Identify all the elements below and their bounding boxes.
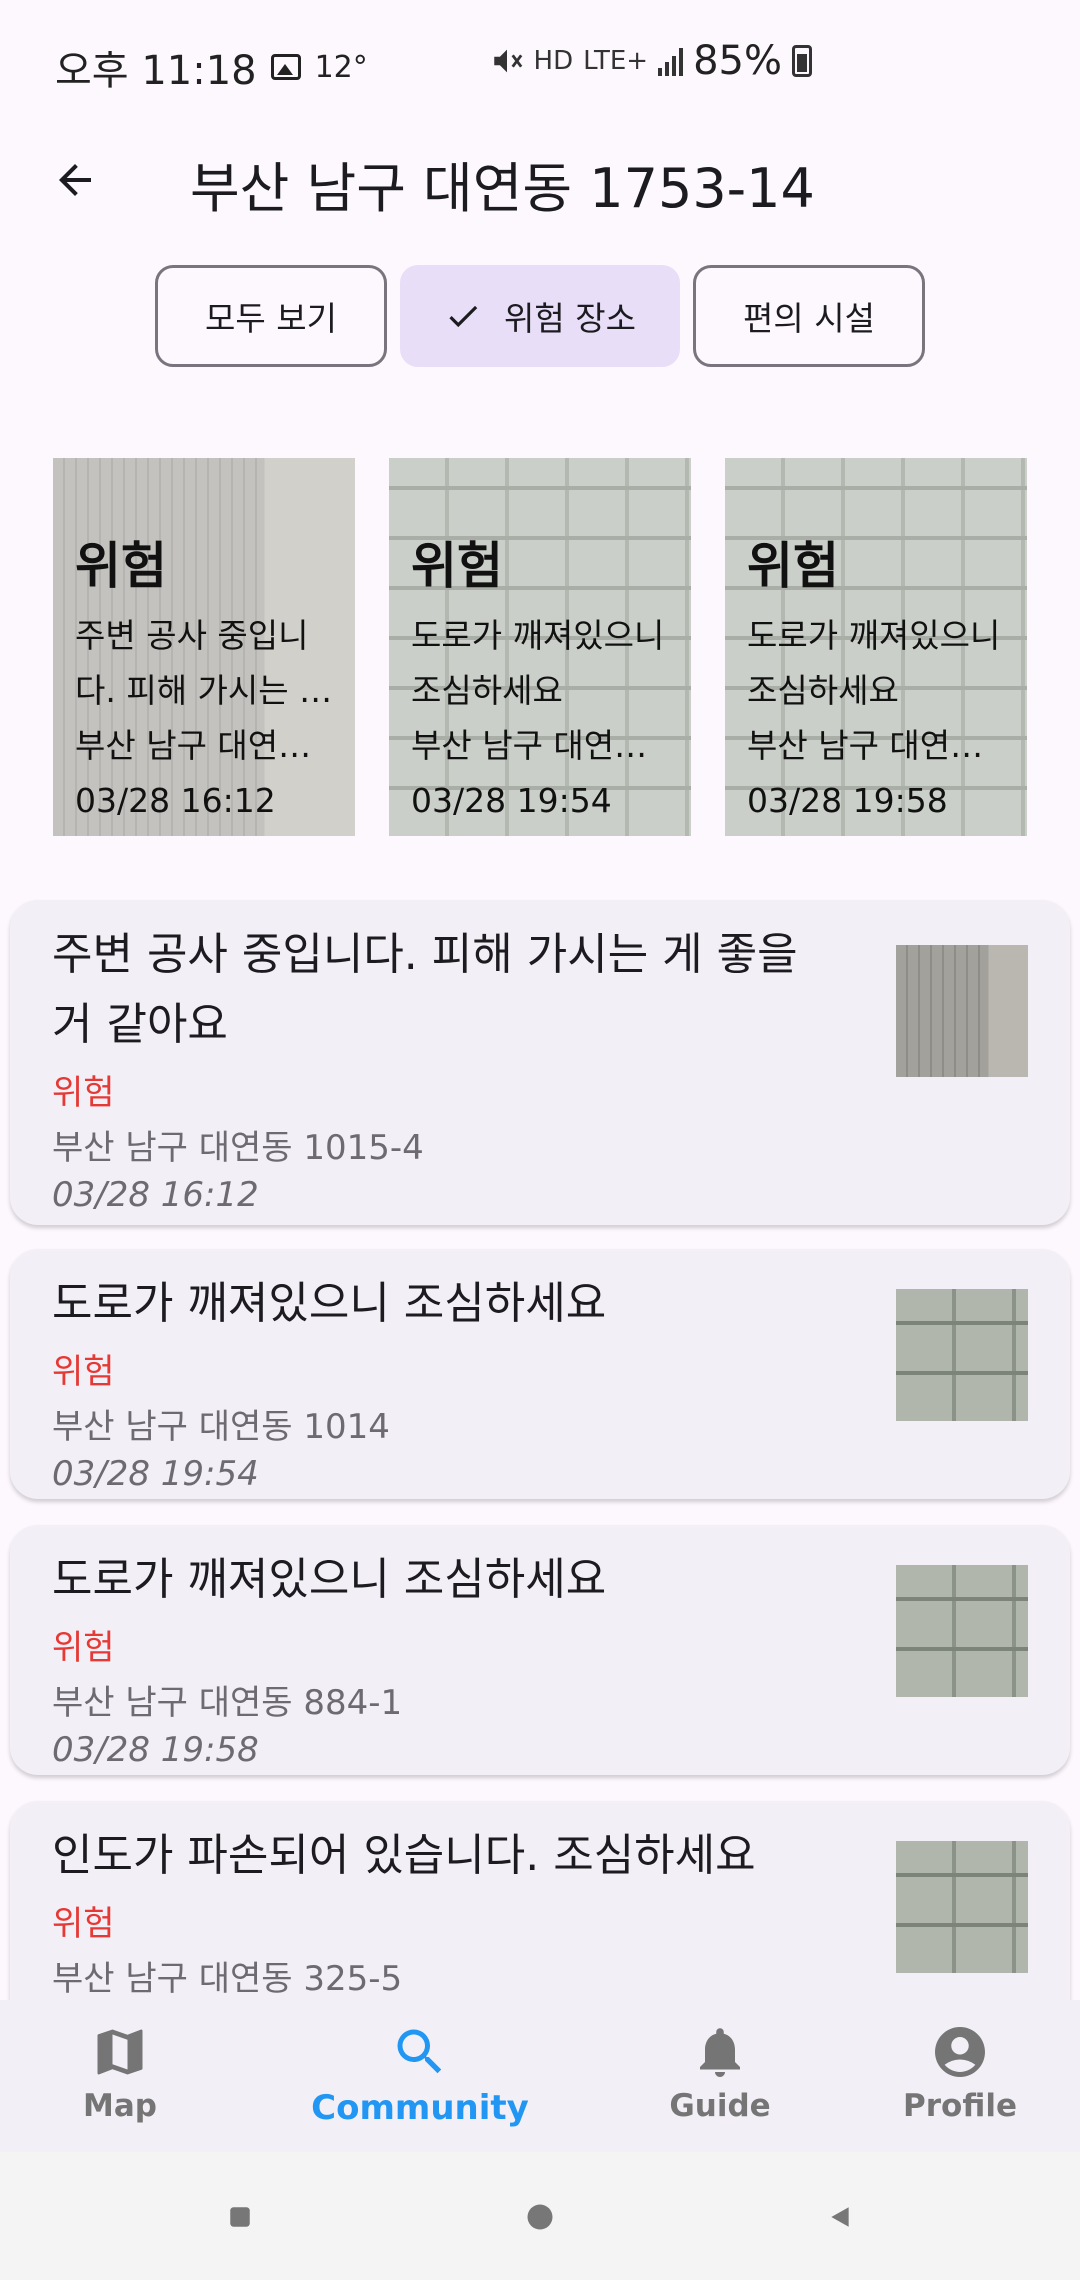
- list-item-title: 도로가 깨져있으니 조심하세요: [52, 1554, 607, 1605]
- nav-item-map[interactable]: Map: [60, 2000, 180, 2152]
- nav-item-community[interactable]: Community: [300, 2000, 540, 2152]
- hazard-card[interactable]: 위험 주변 공사 중입니다. 피해 가시는 게 좋을 거 같아요 부산 남구 대…: [53, 458, 355, 836]
- bell-icon: [700, 2028, 740, 2077]
- status-time: 오후 11:18: [55, 48, 257, 94]
- filter-chip-label: 위험 장소: [504, 299, 636, 338]
- filter-chip-all[interactable]: 모두 보기: [155, 265, 387, 367]
- check-icon: [449, 305, 478, 328]
- card-text: 도로가 깨져있으니 조심하세요: [411, 616, 665, 710]
- card-text: 도로가 깨져있으니 조심하세요: [747, 616, 1001, 710]
- mute-icon: [493, 49, 522, 73]
- hazard-cards: 위험 주변 공사 중입니다. 피해 가시는 게 좋을 거 같아요 부산 남구 대…: [0, 458, 1080, 838]
- card-content: 위험 도로가 깨져있으니 조심하세요 부산 남구 대연동 1014 03/28 …: [411, 526, 677, 828]
- hazard-card[interactable]: 위험 도로가 깨져있으니 조심하세요 부산 남구 대연동 1014 03/28 …: [389, 458, 691, 836]
- app-bar: 부산 남구 대연동 1753-14: [0, 130, 1080, 230]
- map-icon: [97, 2029, 143, 2075]
- battery-icon: [792, 45, 812, 77]
- card-type: 위험: [75, 537, 167, 595]
- home-icon: [527, 2204, 553, 2230]
- account-circle-icon: [935, 2027, 985, 2077]
- list-item-address: 부산 남구 대연동 1015-4: [52, 1128, 424, 1168]
- list-item-time: 03/28 16:12: [52, 1175, 259, 1215]
- nav-label: Map: [83, 2088, 157, 2124]
- bottom-navigation: Map Community Guide Profile: [0, 2000, 1080, 2152]
- list-item-thumbnail: [896, 1841, 1028, 1973]
- list-item-thumbnail: [896, 1289, 1028, 1421]
- filter-chip-label: 편의 시설: [743, 299, 875, 338]
- list-item-address: 부산 남구 대연동 325-5: [52, 1959, 403, 1999]
- card-content: 위험 도로가 깨져있으니 조심하세요 부산 남구 대연동 884-1 03/28…: [747, 526, 1013, 828]
- card-text: 주변 공사 중입니다. 피해 가시는 게 좋을 거 같아요: [75, 616, 330, 710]
- nav-label: Profile: [903, 2088, 1017, 2124]
- status-lte: LTE+: [583, 46, 649, 76]
- list-item[interactable]: 도로가 깨져있으니 조심하세요 위험 부산 남구 대연동 884-1 03/28…: [10, 1525, 1070, 1775]
- card-type: 위험: [747, 537, 839, 595]
- hazard-card[interactable]: 위험 도로가 깨져있으니 조심하세요 부산 남구 대연동 884-1 03/28…: [725, 458, 1027, 836]
- filter-chip-label: 모두 보기: [205, 299, 337, 338]
- list-item-type: 위험: [52, 1073, 115, 1113]
- list-item-time: 03/28 19:54: [52, 1454, 259, 1494]
- filter-chip-danger[interactable]: 위험 장소: [400, 265, 680, 367]
- list-item[interactable]: 주변 공사 중입니다. 피해 가시는 게 좋을 거 같아요 위험 부산 남구 대…: [10, 900, 1070, 1225]
- card-time: 03/28 19:58: [747, 781, 948, 820]
- back-button[interactable]: [40, 150, 110, 210]
- post-list[interactable]: 주변 공사 중입니다. 피해 가시는 게 좋을 거 같아요 위험 부산 남구 대…: [0, 895, 1080, 2000]
- list-item-thumbnail: [896, 1565, 1028, 1697]
- card-address: 부산 남구 대연동 1014: [411, 726, 677, 765]
- recents-button[interactable]: [215, 2192, 265, 2242]
- card-address: 부산 남구 대연동 884-1: [747, 726, 1013, 765]
- list-item[interactable]: 도로가 깨져있으니 조심하세요 위험 부산 남구 대연동 1014 03/28 …: [10, 1249, 1070, 1499]
- card-content: 위험 주변 공사 중입니다. 피해 가시는 게 좋을 거 같아요 부산 남구 대…: [75, 526, 341, 828]
- card-time: 03/28 16:12: [75, 781, 276, 820]
- filter-chip-facility[interactable]: 편의 시설: [693, 265, 925, 367]
- card-address: 부산 남구 대연동 1015-4: [75, 726, 341, 765]
- list-item-title: 도로가 깨져있으니 조심하세요: [52, 1278, 607, 1329]
- status-left: 오후 11:18 12°: [55, 38, 368, 96]
- filter-chips: 모두 보기 위험 장소 편의 시설: [0, 265, 1080, 367]
- status-temperature: 12°: [314, 49, 368, 85]
- status-battery: 85%: [693, 38, 782, 84]
- card-time: 03/28 19:54: [411, 781, 612, 820]
- arrow-back-icon: [59, 164, 91, 196]
- system-navigation: [0, 2152, 1080, 2280]
- status-right: HD LTE+ 85%: [490, 38, 812, 84]
- list-item-address: 부산 남구 대연동 1014: [52, 1407, 390, 1447]
- back-system-button[interactable]: [815, 2192, 865, 2242]
- screen: 오후 11:18 12° HD LTE+ 85% 부산 남구 대연동 1753-…: [0, 0, 1080, 2280]
- page-title: 부산 남구 대연동 1753-14: [190, 157, 815, 220]
- list-item-thumbnail: [896, 945, 1028, 1077]
- list-item-title: 주변 공사 중입니다. 피해 가시는 게 좋을 거 같아요: [52, 929, 798, 1050]
- home-button[interactable]: [515, 2192, 565, 2242]
- list-item-type: 위험: [52, 1352, 115, 1392]
- status-bar: 오후 11:18 12° HD LTE+ 85%: [0, 0, 1080, 130]
- list-item-address: 부산 남구 대연동 884-1: [52, 1683, 403, 1723]
- status-hd: HD: [533, 46, 574, 76]
- nav-item-profile[interactable]: Profile: [890, 2000, 1030, 2152]
- search-icon: [397, 2029, 442, 2074]
- list-item-type: 위험: [52, 1904, 115, 1944]
- back-triangle-icon: [831, 2207, 849, 2227]
- nav-label: Community: [311, 2088, 529, 2128]
- image-icon: [270, 54, 301, 80]
- nav-label: Guide: [669, 2088, 771, 2124]
- list-item-type: 위험: [52, 1628, 115, 1668]
- signal-icon: [658, 46, 684, 76]
- recents-icon: [230, 2207, 250, 2227]
- list-item-time: 03/28 19:58: [52, 1730, 259, 1770]
- list-item[interactable]: 인도가 파손되어 있습니다. 조심하세요 위험 부산 남구 대연동 325-5: [10, 1801, 1070, 2000]
- nav-item-guide[interactable]: Guide: [660, 2000, 780, 2152]
- card-type: 위험: [411, 537, 503, 595]
- list-item-title: 인도가 파손되어 있습니다. 조심하세요: [52, 1830, 756, 1881]
